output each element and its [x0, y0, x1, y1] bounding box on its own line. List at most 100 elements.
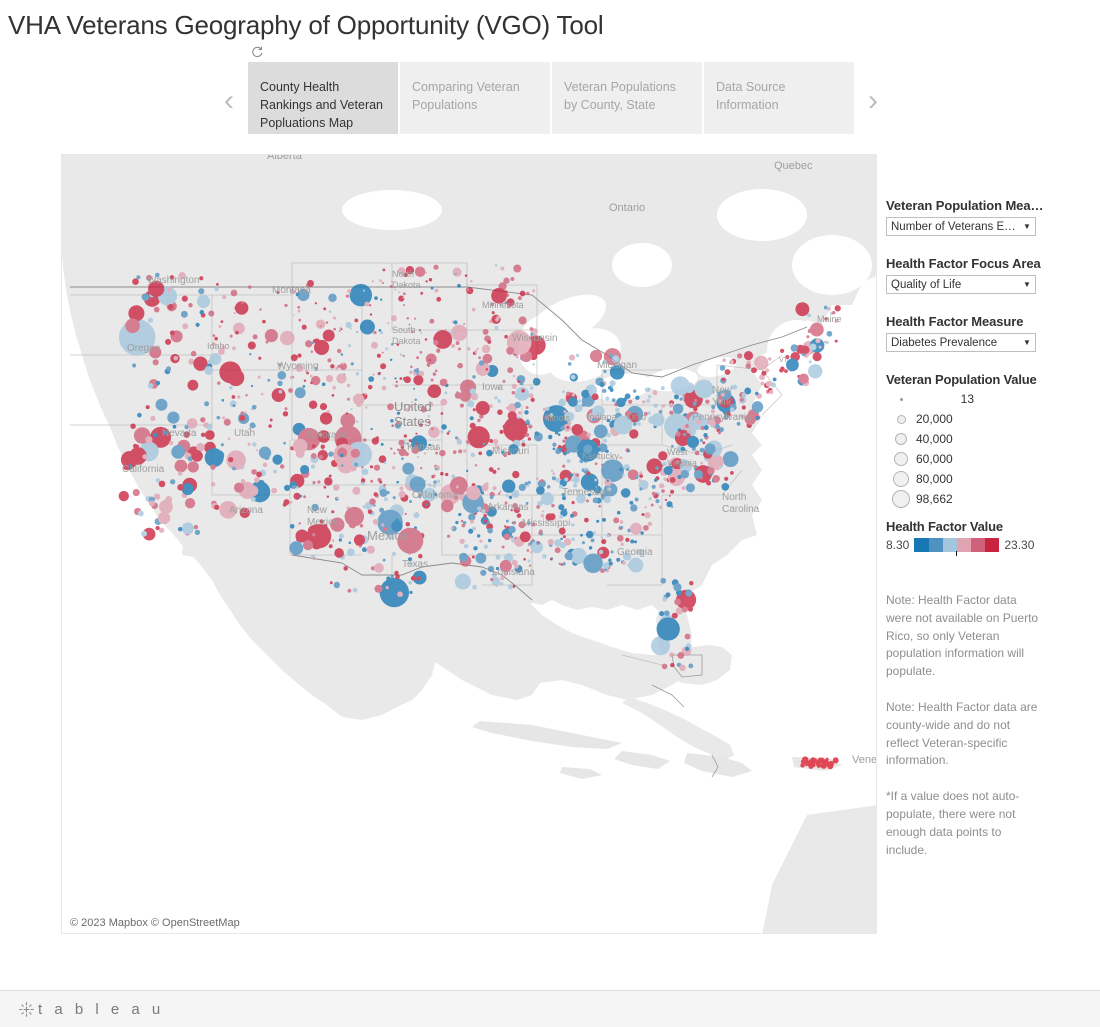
map-data-bubble[interactable]	[433, 264, 439, 270]
map-data-bubble[interactable]	[454, 436, 459, 440]
map-data-bubble[interactable]	[364, 301, 370, 307]
map-data-bubble[interactable]	[153, 432, 158, 438]
map-data-bubble[interactable]	[356, 401, 362, 408]
map-data-bubble[interactable]	[599, 381, 605, 387]
map-data-bubble[interactable]	[359, 523, 364, 528]
map-data-bubble[interactable]	[498, 490, 502, 494]
map-data-bubble[interactable]	[363, 438, 367, 442]
map-data-bubble[interactable]	[196, 294, 211, 309]
map-data-bubble[interactable]	[532, 289, 536, 293]
map-data-bubble[interactable]	[193, 524, 199, 530]
map-data-bubble[interactable]	[214, 504, 220, 510]
map-data-bubble[interactable]	[562, 535, 566, 539]
map-data-bubble[interactable]	[187, 379, 199, 391]
map-data-bubble[interactable]	[381, 523, 385, 527]
map-data-bubble[interactable]	[721, 377, 726, 382]
map-data-bubble[interactable]	[214, 336, 218, 341]
map-data-bubble[interactable]	[507, 411, 517, 421]
map-data-bubble[interactable]	[347, 344, 352, 348]
map-data-bubble[interactable]	[664, 498, 668, 502]
map-data-bubble[interactable]	[369, 465, 374, 469]
map-data-bubble[interactable]	[784, 369, 788, 373]
map-data-bubble[interactable]	[677, 651, 685, 659]
map-data-bubble[interactable]	[566, 391, 571, 396]
map-data-bubble[interactable]	[525, 419, 530, 425]
map-data-bubble[interactable]	[150, 415, 156, 422]
map-data-bubble[interactable]	[371, 341, 378, 349]
tab-comparing-veteran-populations[interactable]: Comparing Veteran Populations	[400, 62, 550, 134]
map-data-bubble[interactable]	[492, 438, 499, 445]
map-data-bubble[interactable]	[681, 606, 688, 613]
map-data-bubble[interactable]	[338, 538, 342, 542]
map-data-bubble[interactable]	[279, 464, 285, 469]
map-data-bubble[interactable]	[405, 521, 411, 527]
map-data-bubble[interactable]	[312, 532, 316, 537]
map-data-bubble[interactable]	[607, 386, 612, 390]
map-data-bubble[interactable]	[558, 398, 567, 407]
map-data-bubble[interactable]	[382, 558, 386, 562]
map-data-bubble[interactable]	[453, 320, 458, 325]
map-data-bubble[interactable]	[532, 363, 535, 366]
map-data-bubble[interactable]	[454, 573, 471, 590]
map-data-bubble[interactable]	[159, 499, 173, 514]
map-data-bubble[interactable]	[319, 403, 328, 411]
map-data-bubble[interactable]	[806, 313, 812, 318]
map-data-bubble[interactable]	[440, 471, 444, 476]
map-data-bubble[interactable]	[418, 329, 421, 332]
map-data-bubble[interactable]	[634, 497, 639, 502]
map-data-bubble[interactable]	[648, 497, 652, 501]
map-data-bubble[interactable]	[732, 384, 738, 390]
map-data-bubble[interactable]	[297, 309, 301, 313]
map-data-bubble[interactable]	[389, 358, 393, 362]
map-data-bubble[interactable]	[457, 283, 461, 288]
map-data-bubble[interactable]	[429, 318, 435, 324]
map-data-bubble[interactable]	[328, 544, 333, 549]
map-data-bubble[interactable]	[613, 517, 620, 524]
map-data-bubble[interactable]	[416, 356, 420, 360]
map-data-bubble[interactable]	[373, 563, 384, 573]
map-data-bubble[interactable]	[222, 295, 227, 300]
map-data-bubble[interactable]	[398, 439, 405, 446]
map-data-bubble[interactable]	[404, 512, 407, 516]
map-data-bubble[interactable]	[436, 479, 441, 484]
map-data-bubble[interactable]	[693, 406, 698, 412]
map-data-bubble[interactable]	[616, 534, 624, 542]
map-data-bubble[interactable]	[436, 348, 441, 353]
map-data-bubble[interactable]	[580, 533, 583, 537]
map-data-bubble[interactable]	[505, 493, 509, 498]
map-data-bubble[interactable]	[428, 278, 433, 282]
map-data-bubble[interactable]	[380, 363, 387, 370]
map-data-bubble[interactable]	[336, 373, 347, 384]
map-data-bubble[interactable]	[503, 277, 510, 284]
map-data-bubble[interactable]	[350, 408, 353, 411]
map-data-bubble[interactable]	[562, 464, 566, 468]
map-data-bubble[interactable]	[692, 401, 697, 406]
map-data-bubble[interactable]	[282, 411, 289, 417]
map-data-bubble[interactable]	[263, 454, 270, 460]
map-data-bubble[interactable]	[669, 652, 675, 658]
map-data-bubble[interactable]	[673, 583, 682, 592]
map-data-bubble[interactable]	[566, 426, 570, 429]
map-data-bubble[interactable]	[627, 449, 630, 453]
map-data-bubble[interactable]	[148, 500, 155, 507]
map-data-bubble[interactable]	[551, 476, 556, 481]
map-data-bubble[interactable]	[347, 289, 352, 294]
map-data-bubble[interactable]	[719, 365, 726, 371]
map-data-bubble[interactable]	[252, 334, 258, 340]
map-data-bubble[interactable]	[221, 398, 225, 402]
map-data-bubble[interactable]	[463, 322, 466, 325]
map-data-bubble[interactable]	[541, 510, 545, 513]
map-data-bubble[interactable]	[413, 372, 417, 376]
map-data-bubble[interactable]	[607, 474, 611, 478]
map-data-bubble[interactable]	[596, 519, 600, 523]
map-data-bubble[interactable]	[433, 340, 439, 346]
map-data-bubble[interactable]	[463, 543, 469, 549]
map-data-bubble[interactable]	[602, 562, 610, 570]
map-data-bubble[interactable]	[368, 376, 375, 382]
map-data-bubble[interactable]	[277, 380, 283, 386]
map-data-bubble[interactable]	[458, 552, 469, 562]
map-data-bubble[interactable]	[602, 517, 606, 522]
map-data-bubble[interactable]	[204, 401, 210, 407]
map-data-bubble[interactable]	[296, 538, 299, 542]
map-data-bubble[interactable]	[232, 404, 236, 407]
